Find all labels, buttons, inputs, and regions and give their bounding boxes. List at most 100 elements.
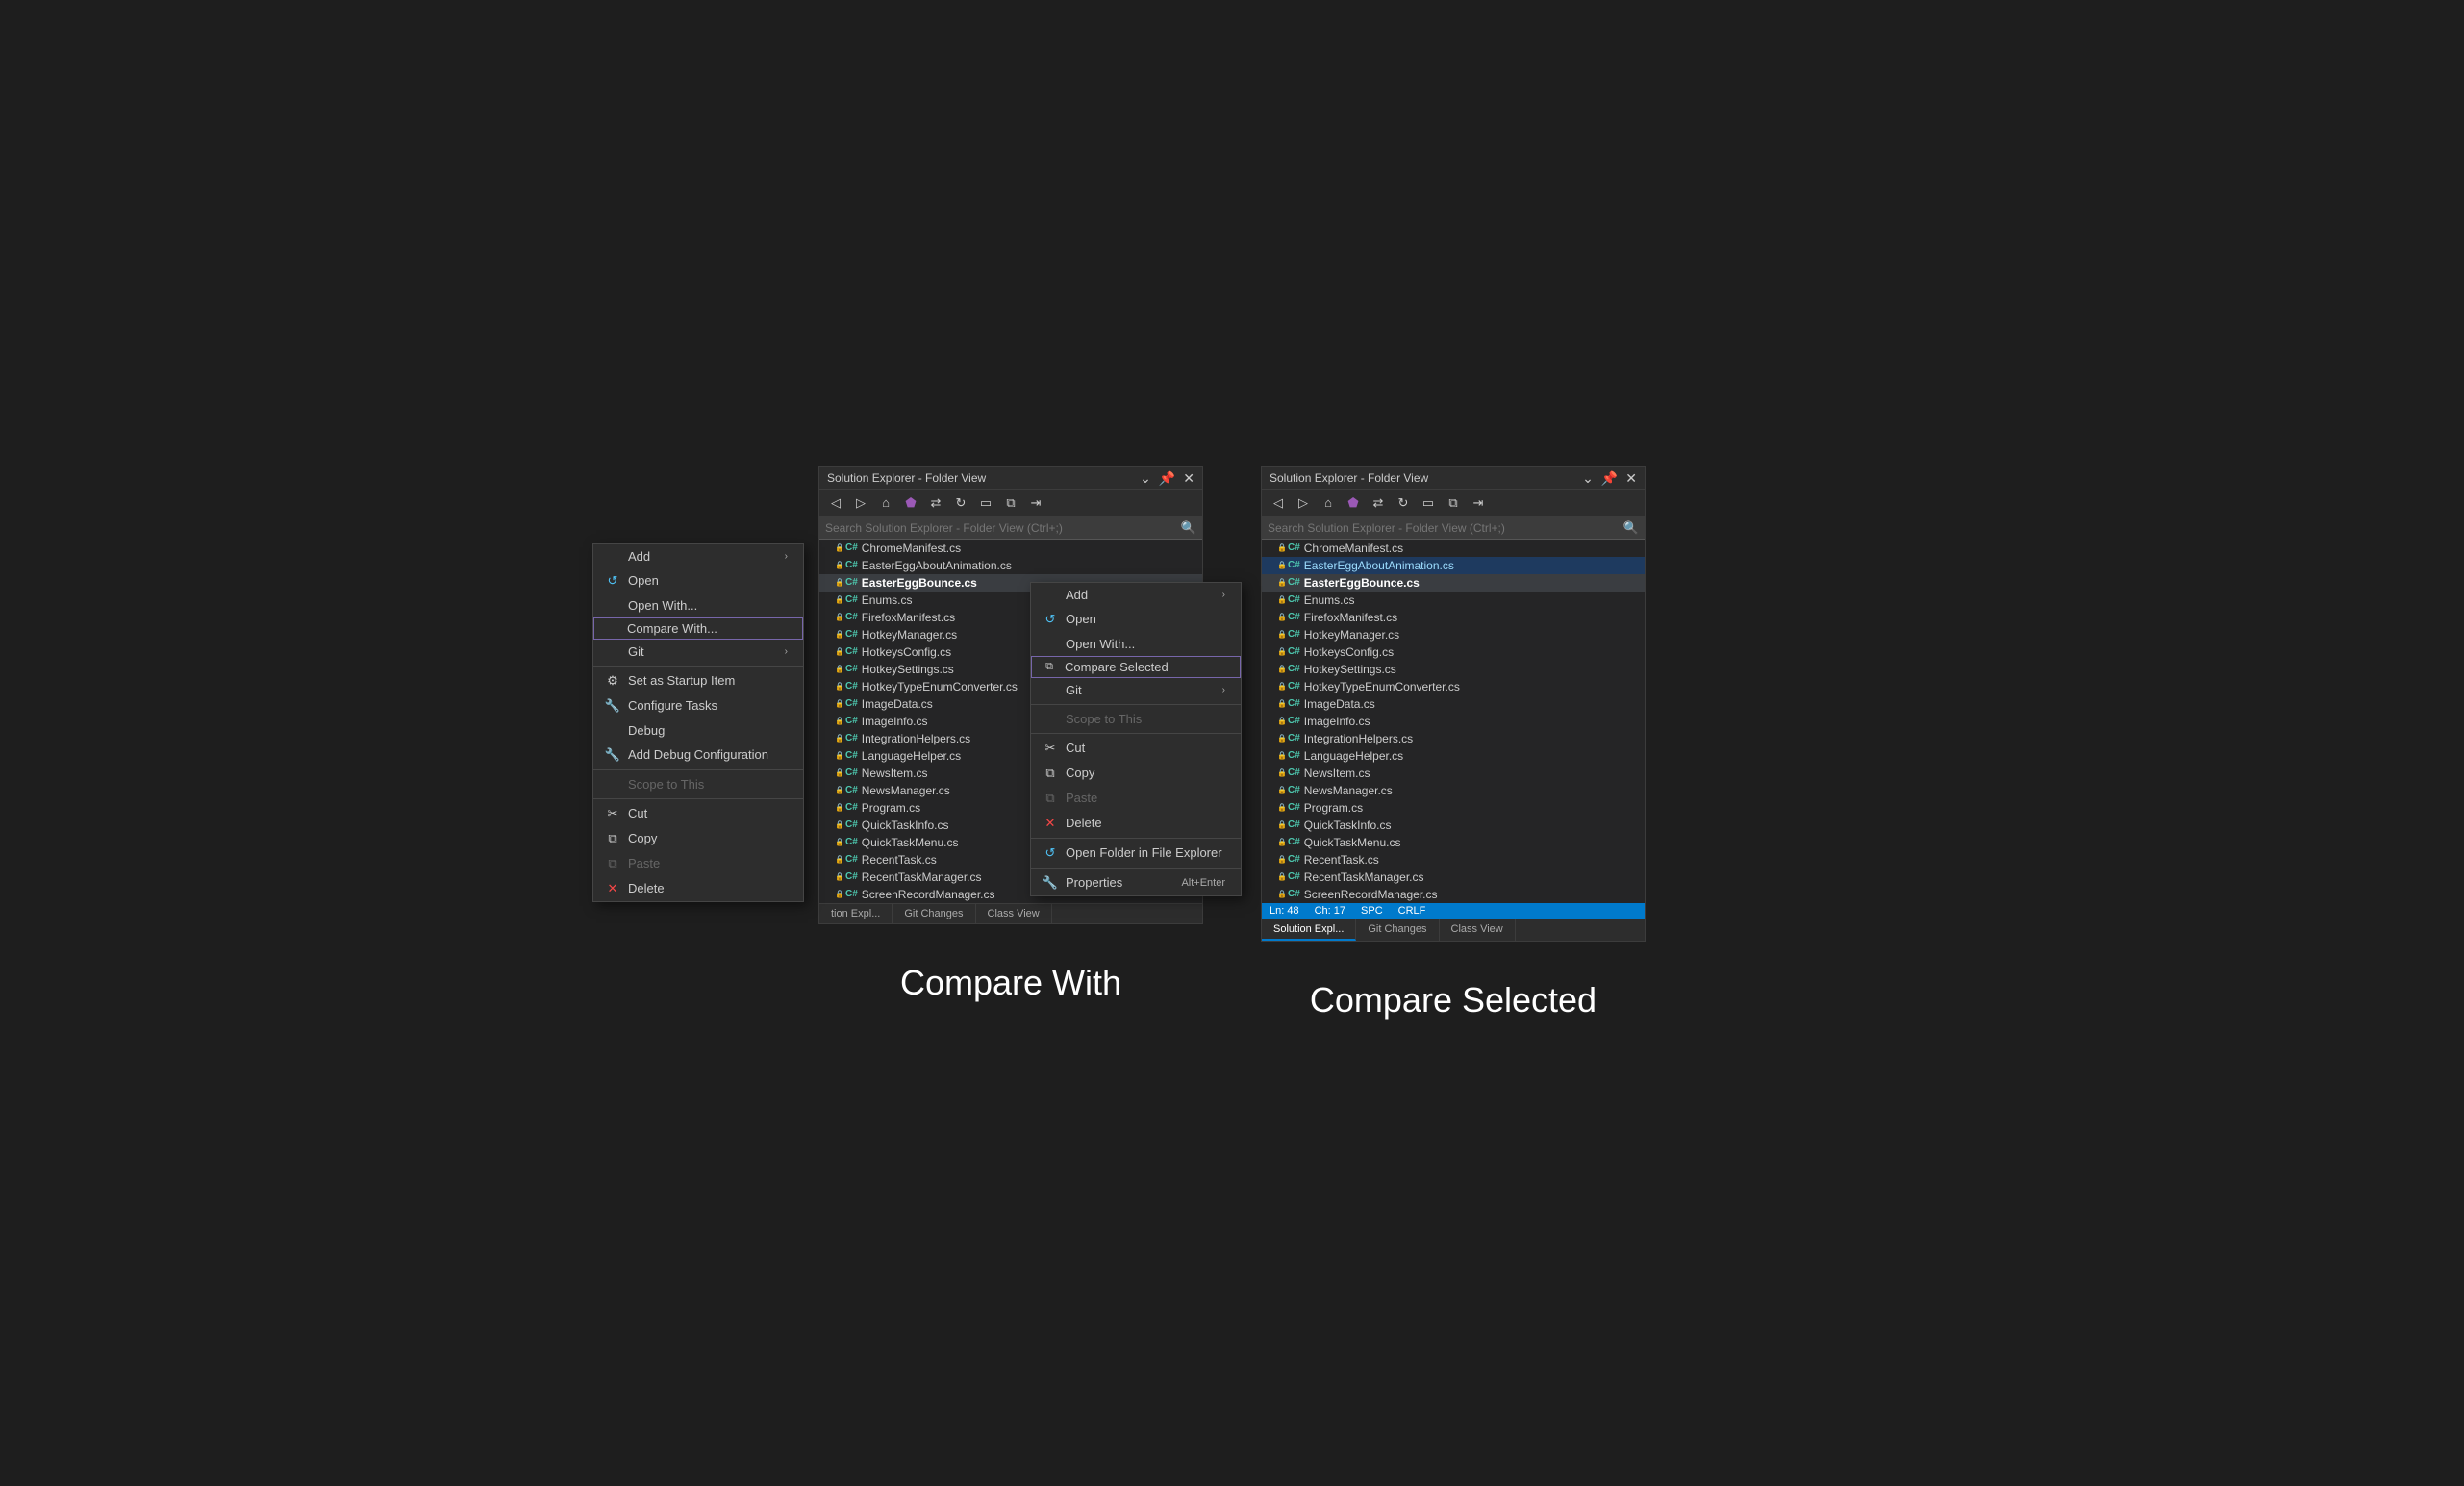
- rctx-scope: Scope to This: [1031, 707, 1241, 731]
- filter-btn[interactable]: ⇥: [1025, 492, 1046, 514]
- rcs-icon-firefoxmanifest: 🔒C#: [1277, 612, 1300, 622]
- ctx-open[interactable]: ↺ Open: [593, 568, 803, 593]
- rcs-icon-hotkeymanager: 🔒C#: [1277, 629, 1300, 640]
- rfile-integrationhelpers[interactable]: 🔒C# IntegrationHelpers.cs: [1262, 730, 1645, 747]
- rback-btn[interactable]: ◁: [1268, 492, 1289, 514]
- vs-btn[interactable]: ⬟: [900, 492, 921, 514]
- rcopy-icon: ⧉: [1043, 766, 1058, 781]
- rcs-icon-hotkeysettings: 🔒C#: [1277, 664, 1300, 674]
- ctx-add[interactable]: Add ›: [593, 544, 803, 568]
- paste-icon: ⧉: [605, 856, 620, 871]
- left-tab-class-view[interactable]: Class View: [976, 904, 1052, 923]
- rfile-imagedata[interactable]: 🔒C# ImageData.cs: [1262, 695, 1645, 713]
- rctx-sep4: [1031, 868, 1241, 869]
- close-btn[interactable]: ✕: [1183, 471, 1194, 485]
- sync-btn[interactable]: ⇄: [925, 492, 946, 514]
- status-crlf: CRLF: [1398, 905, 1426, 917]
- rctx-git[interactable]: Git ›: [1031, 678, 1241, 702]
- left-context-menu[interactable]: Add › ↺ Open Open With... Compare With..…: [592, 543, 804, 902]
- rctx-compare-selected[interactable]: ⧉ Compare Selected: [1031, 656, 1241, 678]
- rclose-btn[interactable]: ✕: [1625, 471, 1637, 485]
- file-eastereggabout[interactable]: 🔒C# EasterEggAboutAnimation.cs: [819, 557, 1202, 574]
- rforward-btn[interactable]: ▷: [1293, 492, 1314, 514]
- rctx-open-folder[interactable]: ↺ Open Folder in File Explorer: [1031, 841, 1241, 866]
- back-btn[interactable]: ◁: [825, 492, 846, 514]
- pin-btn[interactable]: 📌: [1159, 471, 1175, 485]
- rfile-program[interactable]: 🔒C# Program.cs: [1262, 799, 1645, 817]
- left-se-titlebar: Solution Explorer - Folder View ⌄ 📌 ✕: [819, 467, 1202, 490]
- right-panel-label: Compare Selected: [1310, 980, 1597, 1020]
- ctx-compare-with[interactable]: Compare With...: [593, 617, 803, 640]
- right-search-input[interactable]: [1268, 521, 1620, 535]
- rfile-languagehelper[interactable]: 🔒C# LanguageHelper.cs: [1262, 747, 1645, 765]
- rfile-hotkeysconfig[interactable]: 🔒C# HotkeysConfig.cs: [1262, 643, 1645, 661]
- rctx-open-with[interactable]: Open With...: [1031, 632, 1241, 656]
- left-search-input[interactable]: [825, 521, 1177, 535]
- status-ln: Ln: 48: [1270, 905, 1299, 917]
- rfile-hotkeytype[interactable]: 🔒C# HotkeyTypeEnumConverter.cs: [1262, 678, 1645, 695]
- rctx-properties[interactable]: 🔧 Properties Alt+Enter: [1031, 870, 1241, 895]
- rpin-btn[interactable]: 📌: [1601, 471, 1618, 485]
- rfile-easteregbounce[interactable]: 🔒C# EasterEggBounce.cs: [1262, 574, 1645, 592]
- rfile-quicktaskinfo[interactable]: 🔒C# QuickTaskInfo.cs: [1262, 817, 1645, 834]
- rfile-newsitem[interactable]: 🔒C# NewsItem.cs: [1262, 765, 1645, 782]
- right-tab-git-changes[interactable]: Git Changes: [1356, 919, 1439, 941]
- rcompare-selected-icon: ⧉: [1042, 661, 1057, 673]
- new-file-btn[interactable]: ⧉: [1000, 492, 1021, 514]
- rfile-newsmanager[interactable]: 🔒C# NewsManager.cs: [1262, 782, 1645, 799]
- rfile-hotkeysettings[interactable]: 🔒C# HotkeySettings.cs: [1262, 661, 1645, 678]
- rfile-recenttaskmanager[interactable]: 🔒C# RecentTaskManager.cs: [1262, 869, 1645, 886]
- rcs-icon-languagehelper: 🔒C#: [1277, 750, 1300, 761]
- left-se-search[interactable]: 🔍: [819, 517, 1202, 540]
- rfile-firefoxmanifest[interactable]: 🔒C# FirefoxManifest.cs: [1262, 609, 1645, 626]
- left-tab-solution-explorer[interactable]: tion Expl...: [819, 904, 893, 923]
- ctx-configure-tasks[interactable]: 🔧 Configure Tasks: [593, 693, 803, 718]
- rfile-hotkeymanager[interactable]: 🔒C# HotkeyManager.cs: [1262, 626, 1645, 643]
- rrefresh-btn[interactable]: ↻: [1393, 492, 1414, 514]
- right-tab-solution-explorer[interactable]: Solution Expl...: [1262, 919, 1356, 941]
- rhome-btn[interactable]: ⌂: [1318, 492, 1339, 514]
- rcollapse-btn[interactable]: ▭: [1418, 492, 1439, 514]
- cs-icon-newsitem: 🔒C#: [835, 768, 858, 778]
- ctx-delete[interactable]: ✕ Delete: [593, 876, 803, 901]
- cs-icon-hotkeymanager: 🔒C#: [835, 629, 858, 640]
- file-chromemanifest[interactable]: 🔒C# ChromeManifest.cs: [819, 540, 1202, 557]
- right-se-title: Solution Explorer - Folder View: [1270, 471, 1428, 485]
- forward-btn[interactable]: ▷: [850, 492, 871, 514]
- collapse-btn[interactable]: ▭: [975, 492, 996, 514]
- rfilter-btn[interactable]: ⇥: [1468, 492, 1489, 514]
- ctx-copy[interactable]: ⧉ Copy: [593, 826, 803, 851]
- rchevron-down-btn[interactable]: ⌄: [1582, 471, 1594, 485]
- rfile-screenrecordmanager[interactable]: 🔒C# ScreenRecordManager.cs: [1262, 886, 1645, 903]
- left-tab-git-changes[interactable]: Git Changes: [893, 904, 975, 923]
- rfile-quicktaskmenu[interactable]: 🔒C# QuickTaskMenu.cs: [1262, 834, 1645, 851]
- right-context-menu[interactable]: Add › ↺ Open Open With... ⧉ Compare Sele…: [1030, 582, 1242, 896]
- rctx-cut[interactable]: ✂ Cut: [1031, 736, 1241, 761]
- rfile-recenttask[interactable]: 🔒C# RecentTask.cs: [1262, 851, 1645, 869]
- rsync-btn[interactable]: ⇄: [1368, 492, 1389, 514]
- ctx-open-with[interactable]: Open With...: [593, 593, 803, 617]
- rctx-delete[interactable]: ✕ Delete: [1031, 811, 1241, 836]
- rfile-eastereggabout[interactable]: 🔒C# EasterEggAboutAnimation.cs: [1262, 557, 1645, 574]
- rctx-add[interactable]: Add ›: [1031, 583, 1241, 607]
- rfile-chromemanifest[interactable]: 🔒C# ChromeManifest.cs: [1262, 540, 1645, 557]
- cs-icon-easteregbounce: 🔒C#: [835, 577, 858, 588]
- ctx-cut[interactable]: ✂ Cut: [593, 801, 803, 826]
- rfile-enums[interactable]: 🔒C# Enums.cs: [1262, 592, 1645, 609]
- rvs-btn[interactable]: ⬟: [1343, 492, 1364, 514]
- ctx-git[interactable]: Git ›: [593, 640, 803, 664]
- home-btn[interactable]: ⌂: [875, 492, 896, 514]
- ctx-debug[interactable]: Debug: [593, 718, 803, 743]
- rnew-file-btn[interactable]: ⧉: [1443, 492, 1464, 514]
- chevron-down-btn[interactable]: ⌄: [1140, 471, 1151, 485]
- ctx-set-startup[interactable]: ⚙ Set as Startup Item: [593, 668, 803, 693]
- right-se-search[interactable]: 🔍: [1262, 517, 1645, 540]
- right-tab-class-view[interactable]: Class View: [1440, 919, 1516, 941]
- rctx-copy[interactable]: ⧉ Copy: [1031, 761, 1241, 786]
- rfile-imageinfo[interactable]: 🔒C# ImageInfo.cs: [1262, 713, 1645, 730]
- ctx-add-debug[interactable]: 🔧 Add Debug Configuration: [593, 743, 803, 768]
- ctx-sep1: [593, 666, 803, 667]
- rctx-open[interactable]: ↺ Open: [1031, 607, 1241, 632]
- cs-icon-recenttask: 🔒C#: [835, 854, 858, 865]
- refresh-btn[interactable]: ↻: [950, 492, 971, 514]
